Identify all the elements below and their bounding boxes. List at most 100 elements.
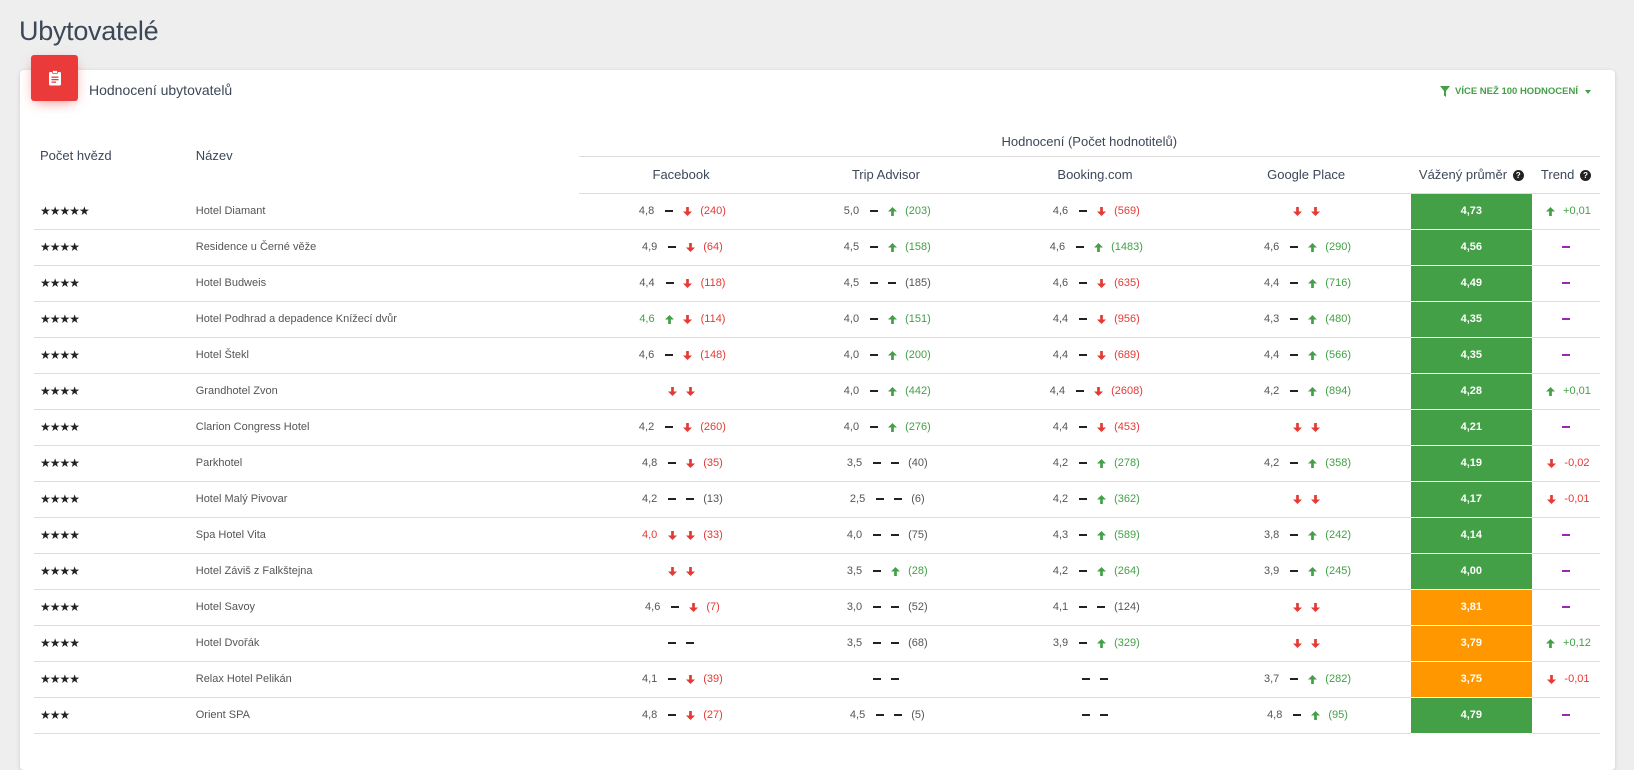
- arrow-down-icon: [1093, 385, 1103, 397]
- arrow-up-icon: [887, 385, 897, 397]
- table-row[interactable]: ★★★★ Relax Hotel Pelikán 4,1 (39) 3,7 (282) 3,…: [34, 661, 1600, 698]
- dash-icon: [667, 637, 677, 649]
- google-review-count: (290): [1325, 241, 1351, 253]
- table-row[interactable]: ★★★★ Hotel Dvořák 3,5 (68) 3,9 (329) 3,79 +0,12: [34, 625, 1600, 662]
- arrow-down-icon: [682, 349, 692, 361]
- header-weighted-average[interactable]: Vážený průměr ?: [1410, 156, 1532, 194]
- hotel-name[interactable]: Hotel Podhrad a depadence Knížecí dvůr: [189, 301, 579, 338]
- google-rating-cell: 4,3 (480): [1201, 301, 1411, 338]
- google-rating-cell: 3,7 (282): [1201, 661, 1411, 698]
- hotel-name[interactable]: Hotel Malý Pivovar: [189, 481, 579, 518]
- dash-icon: [1078, 601, 1088, 613]
- table-row[interactable]: ★★★★ Hotel Savoy 4,6 (7) 3,0 (52) 4,1 (124) 3,81: [34, 589, 1600, 626]
- table-row[interactable]: ★★★★ Hotel Záviš z Falkštejna 3,5 (28) 4,2 (2…: [34, 553, 1600, 590]
- hotel-name[interactable]: Residence u Černé věže: [189, 229, 579, 266]
- star-rating: ★★★★: [34, 409, 190, 446]
- tripadvisor-rating-cell: 4,0 (151): [783, 301, 989, 338]
- arrow-down-icon: [685, 673, 695, 685]
- booking-rating-cell: 4,4 (2608): [988, 373, 1202, 410]
- tripadvisor-review-count: (442): [905, 385, 931, 397]
- filter-dropdown-button[interactable]: Více než 100 hodnocení: [1440, 86, 1591, 97]
- table-row[interactable]: ★★★ Orient SPA 4,8 (27) 4,5 (5) 4,8 (95) 4,79: [34, 697, 1600, 734]
- arrow-down-icon: [682, 421, 692, 433]
- header-trend[interactable]: Trend ?: [1531, 156, 1600, 194]
- hotel-name[interactable]: Hotel Štekl: [189, 337, 579, 374]
- table-row[interactable]: ★★★★ Grandhotel Zvon 4,0 (442) 4,4 (2608) 4,2 (…: [34, 373, 1600, 410]
- trend-cell: [1531, 301, 1600, 338]
- tripadvisor-review-count: (28): [908, 565, 928, 577]
- hotel-name[interactable]: Relax Hotel Pelikán: [189, 661, 579, 698]
- tripadvisor-rating-cell: 3,0 (52): [783, 589, 989, 626]
- dash-icon: [872, 457, 882, 469]
- hotel-name[interactable]: Parkhotel: [189, 445, 579, 482]
- tripadvisor-rating-value: 4,5: [843, 241, 860, 253]
- dash-icon: [872, 637, 882, 649]
- booking-rating-cell: 4,4 (689): [988, 337, 1202, 374]
- arrow-down-icon: [683, 313, 693, 325]
- table-row[interactable]: ★★★★ Residence u Černé věže 4,9 (64) 4,5 (158…: [34, 229, 1600, 266]
- facebook-rating-cell: [578, 553, 784, 590]
- google-review-count: (242): [1325, 529, 1351, 541]
- booking-review-count: (278): [1114, 457, 1140, 469]
- arrow-up-icon: [1096, 493, 1106, 505]
- booking-review-count: (453): [1114, 421, 1140, 433]
- table-row[interactable]: ★★★★ Parkhotel 4,8 (35) 3,5 (40) 4,2 (278) 4,2 (3…: [34, 445, 1600, 482]
- help-icon[interactable]: ?: [1580, 170, 1592, 181]
- header-booking[interactable]: Booking.com: [988, 156, 1202, 194]
- booking-rating-cell: 4,2 (278): [988, 445, 1202, 482]
- tripadvisor-rating-value: 2,5: [849, 493, 866, 505]
- arrow-down-icon: [685, 457, 695, 469]
- hotel-name[interactable]: Grandhotel Zvon: [189, 373, 579, 410]
- trend-cell: [1531, 409, 1600, 446]
- table-row[interactable]: ★★★★ Spa Hotel Vita 4,0 (33) 4,0 (75) 4,3 (589)…: [34, 517, 1600, 554]
- arrow-up-icon: [665, 313, 675, 325]
- booking-rating-cell: 4,2 (264): [988, 553, 1202, 590]
- table-row[interactable]: ★★★★★ Hotel Diamant 4,8 (240) 5,0 (203) 4,6 (56…: [34, 193, 1600, 230]
- header-google[interactable]: Google Place: [1201, 156, 1411, 194]
- arrow-down-icon: [685, 565, 695, 577]
- tripadvisor-review-count: (185): [905, 277, 931, 289]
- help-icon[interactable]: ?: [1512, 170, 1524, 181]
- header-facebook[interactable]: Facebook: [578, 156, 784, 194]
- header-stars[interactable]: Počet hvězd: [34, 118, 190, 193]
- weighted-average: 4,73: [1410, 193, 1532, 230]
- hotel-name[interactable]: Hotel Savoy: [189, 589, 579, 626]
- header-tripadvisor[interactable]: Trip Advisor: [783, 156, 989, 194]
- tripadvisor-review-count: (68): [908, 637, 928, 649]
- dash-icon: [893, 709, 903, 721]
- google-review-count: (282): [1325, 673, 1351, 685]
- arrow-down-icon: [667, 385, 677, 397]
- hotel-name[interactable]: Orient SPA: [189, 697, 579, 734]
- trend-cell: [1531, 265, 1600, 302]
- facebook-rating-value: 4,8: [638, 205, 655, 217]
- tripadvisor-review-count: (200): [905, 349, 931, 361]
- dash-icon: [869, 421, 879, 433]
- table-row[interactable]: ★★★★ Clarion Congress Hotel 4,2 (260) 4,0 (27…: [34, 409, 1600, 446]
- dash-icon: [872, 673, 882, 685]
- hotel-name[interactable]: Hotel Dvořák: [189, 625, 579, 662]
- dash-icon: [667, 457, 677, 469]
- tripadvisor-rating-value: 4,0: [843, 349, 860, 361]
- hotel-name[interactable]: Spa Hotel Vita: [189, 517, 579, 554]
- hotel-name[interactable]: Hotel Budweis: [189, 265, 579, 302]
- arrow-down-icon: [1546, 493, 1556, 505]
- booking-review-count: (689): [1114, 349, 1140, 361]
- hotel-name[interactable]: Hotel Diamant: [189, 193, 579, 230]
- google-rating-cell: 3,9 (245): [1201, 553, 1411, 590]
- tripadvisor-review-count: (6): [911, 493, 925, 505]
- header-avg-label: Vážený průměr: [1418, 167, 1508, 182]
- facebook-rating-cell: [578, 373, 784, 410]
- arrow-down-icon: [1546, 457, 1556, 469]
- weighted-average: 4,28: [1410, 373, 1532, 410]
- facebook-rating-cell: 4,6 (7): [578, 589, 784, 626]
- hotel-name[interactable]: Clarion Congress Hotel: [189, 409, 579, 446]
- tripadvisor-review-count: (158): [905, 241, 931, 253]
- table-row[interactable]: ★★★★ Hotel Malý Pivovar 4,2 (13) 2,5 (6) 4,2 (3…: [34, 481, 1600, 518]
- header-name[interactable]: Název: [190, 118, 579, 193]
- table-row[interactable]: ★★★★ Hotel Štekl 4,6 (148) 4,0 (200) 4,4 (689) 4…: [34, 337, 1600, 374]
- hotel-name[interactable]: Hotel Záviš z Falkštejna: [189, 553, 579, 590]
- ratings-card: Hodnocení ubytovatelů Více než 100 hodno…: [20, 55, 1615, 770]
- table-row[interactable]: ★★★★ Hotel Budweis 4,4 (118) 4,5 (185) 4,6 (635…: [34, 265, 1600, 302]
- dash-icon: [869, 385, 879, 397]
- table-row[interactable]: ★★★★ Hotel Podhrad a depadence Knížecí dv…: [34, 301, 1600, 338]
